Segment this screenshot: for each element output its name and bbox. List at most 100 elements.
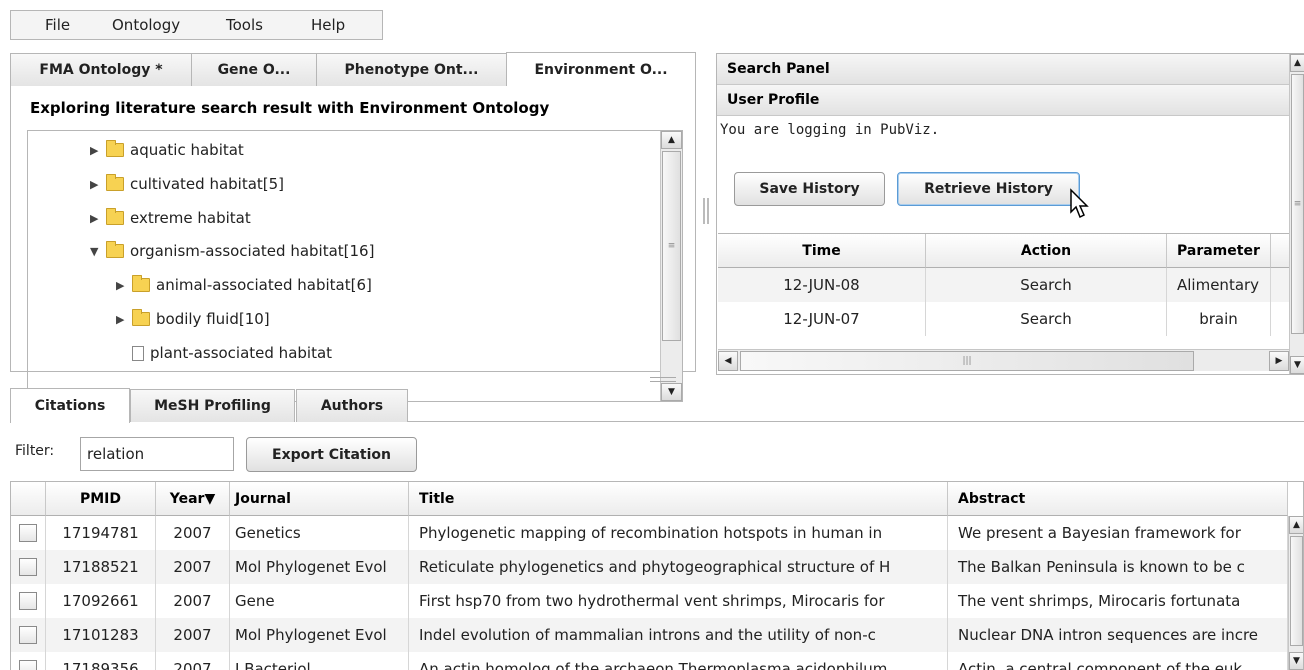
expand-arrow-icon[interactable]: ▶ [90,144,104,157]
scroll-down-icon[interactable]: ▼ [1290,356,1304,374]
tab-fma-ontology[interactable]: FMA Ontology * [10,53,192,86]
tab-authors[interactable]: Authors [296,389,408,422]
filter-input[interactable] [80,437,234,471]
tab-phenotype-ontology[interactable]: Phenotype Ont... [316,53,507,86]
history-col-time[interactable]: Time [718,234,926,268]
history-horizontal-scrollbar[interactable]: ◀ ||| ▶ [718,349,1289,371]
menu-file[interactable]: File [45,16,70,34]
abstract-cell: Actin, a central component of the euk [948,652,1288,670]
search-panel-scrollbar[interactable]: ▲ ≡ ▼ [1289,54,1304,374]
tree-node[interactable]: ▶ cultivated habitat[5] [90,172,284,196]
scroll-thumb[interactable]: ||| [740,351,1194,371]
journal-cell: J Bacteriol [230,652,409,670]
journal-cell: Mol Phylogenet Evol [230,618,409,652]
row-checkbox[interactable] [19,660,37,670]
abstract-cell: Nuclear DNA intron sequences are incre [948,618,1288,652]
scroll-down-icon[interactable]: ▼ [661,383,682,401]
expand-arrow-icon[interactable]: ▶ [116,313,130,326]
col-pmid[interactable]: PMID [46,482,156,516]
horizontal-splitter-handle[interactable] [650,377,676,382]
table-row[interactable]: 17092661 2007 Gene First hsp70 from two … [11,584,1288,618]
tree-node-label: animal-associated habitat[6] [156,276,372,294]
scroll-thumb[interactable]: ≡ [1291,74,1304,334]
row-checkbox-cell [11,652,46,670]
ontology-tree-panel: Exploring literature search result with … [10,86,696,402]
tab-strip-line [408,421,1304,422]
history-col-extra [1271,234,1289,268]
search-panel: Search Panel User Profile You are loggin… [716,53,1304,375]
history-action-cell: Search [926,268,1167,302]
tree-node[interactable]: ▶ bodily fluid[10] [116,307,270,331]
row-checkbox[interactable] [19,558,37,576]
journal-cell: Mol Phylogenet Evol [230,550,409,584]
export-citation-button[interactable]: Export Citation [246,437,417,472]
scroll-thumb[interactable]: ≡ [662,151,681,341]
title-cell: Reticulate phylogenetics and phytogeogra… [409,550,948,584]
tree-node[interactable]: plant-associated habitat [132,341,332,365]
history-col-action[interactable]: Action [926,234,1167,268]
tab-gene-ontology[interactable]: Gene O... [191,53,317,86]
abstract-cell: The vent shrimps, Mirocaris fortunata [948,584,1288,618]
ontology-tree: ▶ aquatic habitat ▶ cultivated habitat[5… [27,130,683,402]
tree-node-label: plant-associated habitat [150,344,333,362]
tree-scrollbar[interactable]: ▲ ≡ ▼ [660,131,682,401]
tab-mesh-profiling[interactable]: MeSH Profiling [130,389,295,422]
col-journal[interactable]: Journal [230,482,409,516]
abstract-cell: The Balkan Peninsula is known to be c [948,550,1288,584]
citations-scrollbar[interactable]: ▲ ▼ [1288,516,1303,670]
col-select [11,482,46,516]
journal-cell: Gene [230,584,409,618]
row-checkbox[interactable] [19,592,37,610]
tree-node-label: bodily fluid[10] [156,310,270,328]
menu-bar: File Ontology Tools Help [10,10,383,40]
abstract-cell: We present a Bayesian framework for [948,516,1288,550]
col-year[interactable]: Year▼ [156,482,230,516]
table-row[interactable]: 17189356 2007 J Bacteriol An actin homol… [11,652,1288,670]
table-row[interactable]: 17101283 2007 Mol Phylogenet Evol Indel … [11,618,1288,652]
tree-node-label: aquatic habitat [130,141,244,159]
history-parameter-cell: brain [1167,302,1271,336]
scroll-thumb[interactable] [1290,536,1303,646]
history-parameter-cell: Alimentary [1167,268,1271,302]
table-row[interactable]: 12-JUN-08 Search Alimentary [718,268,1289,302]
scroll-up-icon[interactable]: ▲ [661,131,682,149]
scroll-up-icon[interactable]: ▲ [1290,54,1304,72]
scroll-up-icon[interactable]: ▲ [1289,516,1303,534]
row-checkbox[interactable] [19,524,37,542]
tree-node[interactable]: ▶ extreme habitat [90,206,251,230]
history-table: Time Action Parameter 12-JUN-08 Search A… [718,233,1289,348]
menu-help[interactable]: Help [311,16,345,34]
history-time-cell: 12-JUN-07 [718,302,926,336]
user-profile-title: User Profile [717,85,1289,116]
tree-node[interactable]: ▶ animal-associated habitat[6] [116,273,372,297]
history-action-cell: Search [926,302,1167,336]
row-checkbox[interactable] [19,626,37,644]
pmid-cell: 17101283 [46,618,156,652]
table-row[interactable]: 17188521 2007 Mol Phylogenet Evol Reticu… [11,550,1288,584]
vertical-splitter-handle[interactable] [703,198,709,224]
menu-ontology[interactable]: Ontology [112,16,180,34]
table-row[interactable]: 17194781 2007 Genetics Phylogenetic mapp… [11,516,1288,550]
scroll-down-icon[interactable]: ▼ [1289,652,1303,670]
expand-arrow-icon[interactable]: ▶ [90,178,104,191]
history-time-cell: 12-JUN-08 [718,268,926,302]
retrieve-history-button[interactable]: Retrieve History [897,172,1080,206]
table-row[interactable]: 12-JUN-07 Search brain [718,302,1289,336]
tree-node[interactable]: ▼ organism-associated habitat[16] [90,239,374,263]
expand-arrow-icon[interactable]: ▶ [116,279,130,292]
tree-node[interactable]: ▶ aquatic habitat [90,138,244,162]
expand-arrow-icon[interactable]: ▶ [90,212,104,225]
tab-citations[interactable]: Citations [10,388,130,423]
menu-tools[interactable]: Tools [226,16,263,34]
scroll-right-icon[interactable]: ▶ [1269,351,1289,371]
tree-panel-heading: Exploring literature search result with … [30,99,550,117]
col-title[interactable]: Title [409,482,948,516]
save-history-button[interactable]: Save History [734,172,885,206]
scroll-left-icon[interactable]: ◀ [718,351,738,371]
tab-environment-ontology[interactable]: Environment O... [506,52,696,87]
col-abstract[interactable]: Abstract [948,482,1288,516]
collapse-arrow-icon[interactable]: ▼ [90,245,104,258]
folder-icon [132,275,150,292]
year-cell: 2007 [156,516,230,550]
history-col-parameter[interactable]: Parameter [1167,234,1271,268]
